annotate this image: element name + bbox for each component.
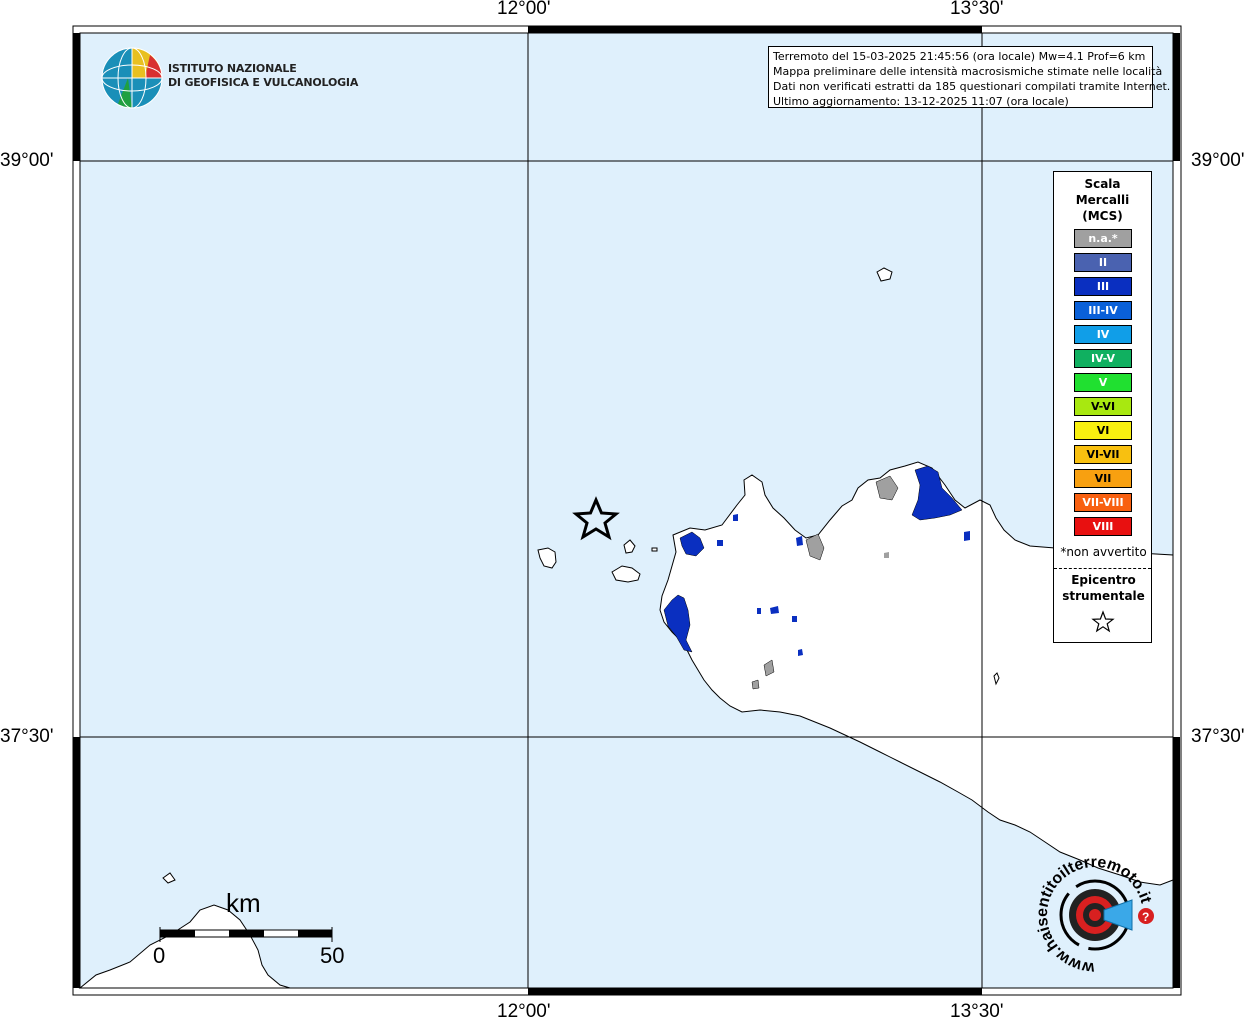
legend-item: VII [1074,469,1132,488]
legend-title-line3: (MCS) [1082,209,1123,223]
lat-label-left-39: 39°00' [0,150,54,171]
info-line-1: Terremoto del 15-03-2025 21:45:56 (ora l… [773,50,1146,63]
intensity-patch-small3 [733,514,738,521]
info-line-2: Mappa preliminare delle intensità macros… [773,65,1163,78]
watermark-url: www.haisentitoilterremoto.it [1034,854,1155,976]
ingv-globe-icon [101,47,163,109]
legend-item: VI [1074,421,1132,440]
legend-item: III [1074,277,1132,296]
institute-name-line1: ISTITUTO NAZIONALE [168,62,297,75]
legend-item: IV-V [1074,349,1132,368]
islet-tiny [651,547,658,552]
lat-label-right-39: 39°00' [1191,150,1245,171]
intensity-patch-small2 [964,531,970,541]
legend-item: V-VI [1074,397,1132,416]
info-line-3: Dati non verificati estratti da 185 ques… [773,80,1171,93]
legend-title-line1: Scala [1084,177,1121,191]
legend-item: V [1074,373,1132,392]
legend-item: VII-VIII [1074,493,1132,512]
sea-area [80,33,1173,988]
legend-divider [1054,568,1151,569]
legend-epicenter-label: Epicentro strumentale [1054,572,1153,604]
mcs-legend: Scala Mercalli (MCS) n.a.* II III III-IV IV I… [1053,171,1152,643]
scale-start-label: 0 [153,943,166,968]
legend-star-icon [1091,610,1115,633]
legend-item: II [1074,253,1132,272]
intensity-patch-small8 [757,608,761,614]
lon-label-bottom-12: 12°00' [497,1001,551,1022]
institute-name-line2: DI GEOFISICA E VULCANOLOGIA [168,76,359,89]
lon-label-bottom-13-30: 13°30' [950,1001,1004,1022]
na-patch-5 [884,552,889,558]
legend-item: n.a.* [1074,229,1132,248]
legend-item: VI-VII [1074,445,1132,464]
earthquake-info-box: Terremoto del 15-03-2025 21:45:56 (ora l… [768,46,1171,108]
lon-label-top-12: 12°00' [497,0,551,19]
intensity-patch-small5 [792,616,797,622]
scale-end-label: 50 [320,943,345,968]
lat-label-left-37-30: 37°30' [0,726,54,747]
watermark-text: www.haisentitoilterremoto.it [1034,854,1155,976]
legend-item: III-IV [1074,301,1132,320]
intensity-patch-small7 [717,540,723,546]
legend-item: IV [1074,325,1132,344]
lon-label-top-13-30: 13°30' [950,0,1004,19]
legend-not-felt-note: *non avvertito [1060,545,1147,559]
legend-title: Scala Mercalli (MCS) [1054,176,1151,224]
legend-item: VIII [1074,517,1132,536]
svg-text:www.haisentitoilterremoto.it: www.haisentitoilterremoto.it [1034,854,1155,976]
institute-name: ISTITUTO NAZIONALE DI GEOFISICA E VULCAN… [168,62,358,90]
legend-epicenter-line2: strumentale [1062,589,1145,603]
scale-unit-label: km [226,888,261,918]
legend-title-line2: Mercalli [1075,193,1130,207]
info-line-4: Ultimo aggiornamento: 13-12-2025 11:07 (… [773,95,1069,108]
legend-epicenter-line1: Epicentro [1071,573,1136,587]
lat-label-right-37-30: 37°30' [1191,726,1245,747]
